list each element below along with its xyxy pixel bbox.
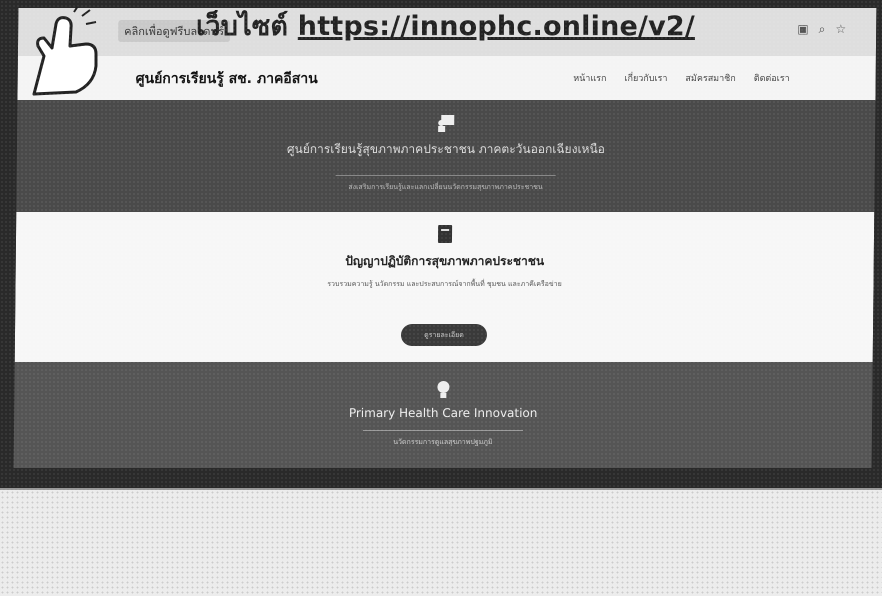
lightbulb-icon	[435, 380, 451, 400]
innovation-title: Primary Health Care Innovation	[348, 406, 538, 420]
desk-texture	[0, 490, 882, 596]
browser-icon-group: ▣ ⌕ ☆	[797, 22, 846, 37]
photo-scene: คลิกเพื่อดูฟรีบลวดฟร์ ▣ ⌕ ☆ ศูนย์การเรีย…	[0, 0, 882, 596]
hero-divider	[335, 175, 556, 176]
nav-item-contact[interactable]: ติดต่อเรา	[754, 71, 790, 85]
section-title: ปัญญาปฏิบัติการสุขภาพภาคประชาชน	[345, 254, 545, 268]
innovation-subtitle[interactable]: นวัตกรรมการดูแลสุขภาพปฐมภูมิ	[14, 437, 872, 448]
section-subtitle: รวบรวมความรู้ นวัตกรรม และประสบการณ์จากพ…	[327, 280, 562, 288]
overlay-prefix: เว็บไซต์	[196, 11, 289, 42]
overlay-url-link[interactable]: https://innophc.online/v2/	[298, 11, 695, 42]
innovation-divider	[362, 430, 523, 431]
site-header: ศูนย์การเรียนรู้ สช. ภาคอีสาน หน้าแรก เก…	[17, 56, 876, 101]
nav-item-home[interactable]: หน้าแรก	[573, 71, 606, 85]
presentation-icon	[437, 114, 455, 132]
hero-subtitle: ส่งเสริมการเรียนรู้และแลกเปลี่ยนนวัตกรรม…	[348, 183, 543, 191]
read-more-button[interactable]: ดูรายละเอียด	[400, 324, 488, 346]
nav-item-register[interactable]: สมัครสมาชิก	[685, 71, 735, 85]
monitor-screen: คลิกเพื่อดูฟรีบลวดฟร์ ▣ ⌕ ☆ ศูนย์การเรีย…	[13, 8, 877, 468]
nav-item-about[interactable]: เกี่ยวกับเรา	[624, 71, 667, 85]
site-title[interactable]: ศูนย์การเรียนรู้ สช. ภาคอีสาน	[136, 68, 318, 90]
innovation-section: Primary Health Care Innovation นวัตกรรมก…	[13, 362, 873, 468]
hand-pointer-icon	[14, 5, 124, 102]
bookmark-icon[interactable]: ▣	[797, 22, 808, 37]
hero-section: ศูนย์การเรียนรู้สุขภาพภาคประชาชน ภาคตะวั…	[16, 100, 876, 212]
site-nav: หน้าแรก เกี่ยวกับเรา สมัครสมาชิก ติดต่อเ…	[573, 71, 790, 85]
wisdom-section: ปัญญาปฏิบัติการสุขภาพภาคประชาชน รวบรวมคว…	[14, 212, 875, 362]
book-icon	[437, 224, 453, 244]
desk-surface	[0, 488, 882, 596]
star-icon[interactable]: ☆	[835, 22, 846, 37]
overlay-url-headline: เว็บไซต์ https://innophc.online/v2/	[196, 4, 695, 47]
search-icon[interactable]: ⌕	[819, 22, 826, 37]
hero-title: ศูนย์การเรียนรู้สุขภาพภาคประชาชน ภาคตะวั…	[286, 142, 605, 156]
